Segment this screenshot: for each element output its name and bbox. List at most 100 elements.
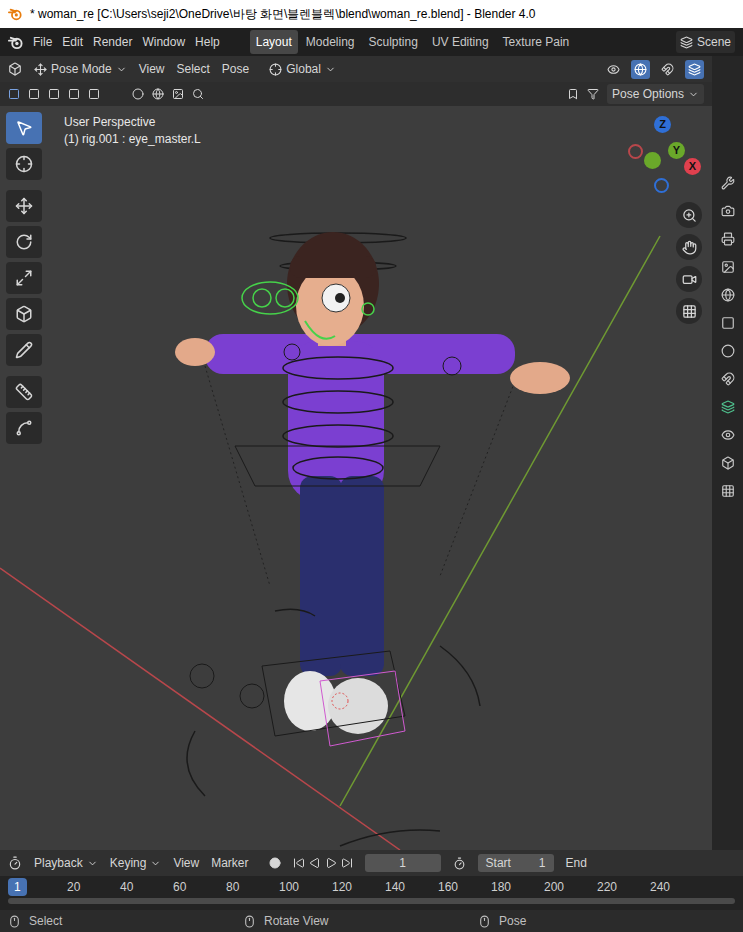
properties-tab-icon[interactable] <box>721 288 735 302</box>
properties-tab-icon[interactable] <box>721 428 735 442</box>
properties-tab-icon[interactable] <box>721 456 735 470</box>
frame-tick[interactable]: 220 <box>591 878 623 896</box>
scene-icon <box>680 36 693 49</box>
select-mode-icon[interactable] <box>88 88 100 100</box>
tool-button[interactable] <box>6 334 42 366</box>
properties-tab-icon[interactable] <box>721 344 735 358</box>
tool-button[interactable] <box>6 298 42 330</box>
view-toggle[interactable] <box>631 60 650 79</box>
blender-window: * woman_re [C:\Users\seji2\OneDrive\바탕 화… <box>0 0 743 932</box>
navigation-gizmo[interactable]: ZYX <box>624 114 704 204</box>
tool-button[interactable] <box>6 112 42 144</box>
scene-selector[interactable]: Scene <box>676 31 735 53</box>
status-hint: Pose <box>478 912 713 930</box>
workspace-tab[interactable]: Modeling <box>300 30 361 54</box>
frame-tick[interactable]: 140 <box>379 878 411 896</box>
mode-dropdown[interactable]: Pose Mode <box>34 60 127 78</box>
timeline-scrollbar[interactable] <box>8 898 735 904</box>
tool-button[interactable] <box>6 412 42 444</box>
shading-icon[interactable] <box>132 88 144 100</box>
header-menu[interactable]: Pose <box>222 60 249 78</box>
chevron-icon <box>150 858 161 869</box>
menu-item[interactable]: File <box>33 33 52 51</box>
gizmo-negative-axis <box>654 178 669 193</box>
workspace-tab[interactable]: Layout <box>250 30 298 54</box>
properties-tab-icon[interactable] <box>721 372 735 386</box>
viewport[interactable]: User Perspective(1) rig.001 : eye_master… <box>0 106 712 850</box>
frame-tick[interactable]: 120 <box>326 878 358 896</box>
view-control-button[interactable] <box>676 202 702 228</box>
editor-type-icon[interactable] <box>8 62 22 76</box>
view-control-button[interactable] <box>676 266 702 292</box>
current-frame-field[interactable]: 1 <box>365 854 441 872</box>
pose-options-dropdown[interactable]: Pose Options <box>607 84 704 104</box>
frame-tick[interactable]: 100 <box>273 878 305 896</box>
jump-start-icon[interactable] <box>293 857 305 869</box>
view-toggle[interactable] <box>658 60 677 79</box>
header-menu[interactable]: Select <box>177 60 210 78</box>
gizmo-axis[interactable]: Y <box>668 142 685 159</box>
play-icon[interactable] <box>325 857 337 869</box>
tool-button[interactable] <box>6 190 42 222</box>
properties-tab-icon[interactable] <box>721 260 735 274</box>
timeline-menu[interactable]: Marker <box>211 854 248 872</box>
frame-tick[interactable]: 180 <box>485 878 517 896</box>
frame-tick[interactable]: 160 <box>432 878 464 896</box>
workspace-tab[interactable]: Texture Pain <box>497 30 576 54</box>
select-mode-icon[interactable] <box>48 88 60 100</box>
frame-tick[interactable]: 80 <box>220 878 245 896</box>
search-icon[interactable] <box>192 88 204 100</box>
record-icon[interactable] <box>269 857 281 869</box>
play-reverse-icon[interactable] <box>309 857 321 869</box>
select-mode-icon[interactable] <box>28 88 40 100</box>
end-field[interactable]: End <box>566 854 587 872</box>
image-icon[interactable] <box>172 88 184 100</box>
bookmark-icon[interactable] <box>567 88 579 100</box>
start-field[interactable]: Start1 <box>478 854 554 872</box>
menu-item[interactable]: Render <box>93 33 132 51</box>
timeline-menu[interactable]: Keying <box>110 854 162 872</box>
frame-tick[interactable]: 1 <box>8 878 27 896</box>
viewport-canvas[interactable] <box>0 106 712 850</box>
timeline-menu[interactable]: Playback <box>34 854 98 872</box>
filter-icon[interactable] <box>587 88 599 100</box>
gizmo-axis[interactable]: X <box>684 158 701 175</box>
menu-item[interactable]: Help <box>195 33 220 51</box>
properties-tab-icon[interactable] <box>721 176 735 190</box>
workspace-tab[interactable]: Sculpting <box>363 30 424 54</box>
view-toggle[interactable] <box>685 60 704 79</box>
editor-type-icon[interactable] <box>8 856 22 870</box>
menu-item[interactable]: Edit <box>62 33 83 51</box>
menu-item[interactable]: Window <box>142 33 185 51</box>
gizmo-negative-axis <box>644 152 661 169</box>
timeline-menu[interactable]: View <box>173 854 199 872</box>
tool-button[interactable] <box>6 376 42 408</box>
tool-button[interactable] <box>6 148 42 180</box>
frame-tick[interactable]: 60 <box>167 878 192 896</box>
stopwatch-icon[interactable] <box>453 857 466 870</box>
gizmo-axis[interactable]: Z <box>654 116 671 133</box>
properties-tab-icon[interactable] <box>721 400 735 414</box>
tool-button[interactable] <box>6 262 42 294</box>
world-icon[interactable] <box>152 88 164 100</box>
frame-tick[interactable]: 40 <box>114 878 139 896</box>
workspace-tab[interactable]: UV Editing <box>426 30 495 54</box>
select-mode-icon[interactable] <box>8 88 20 100</box>
properties-tab-icon[interactable] <box>721 232 735 246</box>
header-menu[interactable]: View <box>139 60 165 78</box>
properties-tab-icon[interactable] <box>721 204 735 218</box>
toggle-icon <box>607 63 620 76</box>
tool-button[interactable] <box>6 226 42 258</box>
select-mode-icon[interactable] <box>68 88 80 100</box>
properties-tab-icon[interactable] <box>721 316 735 330</box>
timeline-header: Playback Keying View Marker 1 Start1 End <box>0 850 743 876</box>
properties-tab-icon[interactable] <box>721 484 735 498</box>
frame-tick[interactable]: 200 <box>538 878 570 896</box>
view-toggle[interactable] <box>604 60 623 79</box>
view-control-button[interactable] <box>676 234 702 260</box>
frame-tick[interactable]: 240 <box>644 878 676 896</box>
jump-end-icon[interactable] <box>341 857 353 869</box>
frame-tick[interactable]: 20 <box>61 878 86 896</box>
view-control-button[interactable] <box>676 298 702 324</box>
orientation-dropdown[interactable]: Global <box>269 60 336 78</box>
